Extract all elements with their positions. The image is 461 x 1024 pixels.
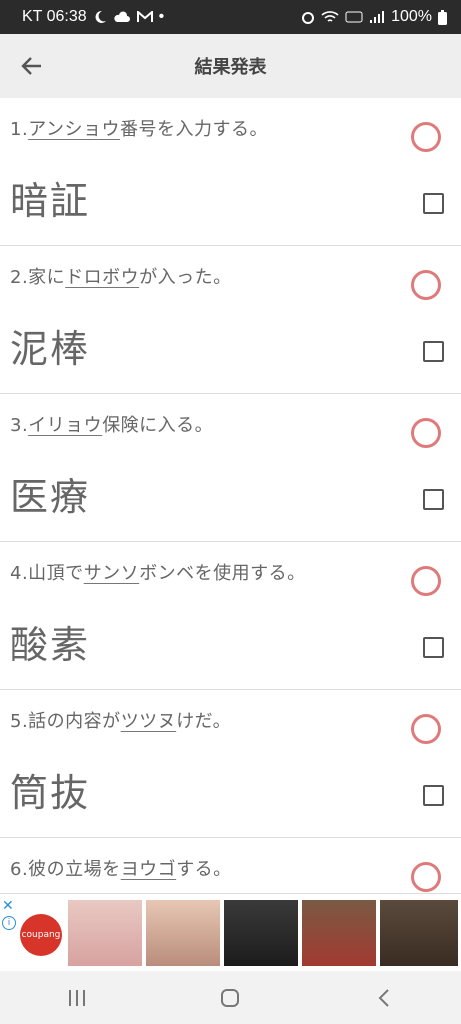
back-nav-button[interactable] [364,978,404,1018]
recent-apps-icon [68,989,85,1006]
answer-text: 筒抜 [10,771,91,815]
notification-dot-icon: • [158,8,165,25]
recent-apps-button[interactable] [57,978,97,1018]
system-nav-bar [0,971,461,1024]
question-text: 6.彼の立場をヨウゴする。 [10,859,232,880]
review-checkbox[interactable] [423,341,444,362]
chevron-left-icon [378,988,389,1007]
list-item: 2.家にドロボウが入った。 泥棒 [0,246,461,394]
correct-circle-icon [411,566,441,596]
correct-circle-icon [411,270,441,300]
correct-circle-icon [411,862,441,892]
question-text: 2.家にドロボウが入った。 [10,267,232,288]
answer-text: 酸素 [10,623,91,667]
list-item: 3.イリョウ保険に入る。 医療 [0,394,461,542]
ad-image[interactable] [146,900,220,966]
ad-image[interactable] [302,900,376,966]
ad-banner[interactable]: ✕ i coupang [0,893,461,972]
status-time: KT 06:38 [22,8,87,25]
signal-icon [370,11,385,23]
battery-percent: 100% [391,8,432,25]
moon-icon [95,10,106,23]
battery-icon [438,9,447,25]
list-item: 1.アンショウ番号を入力する。 暗証 [0,98,461,246]
correct-circle-icon [411,418,441,448]
ad-image[interactable] [224,900,298,966]
question-text: 1.アンショウ番号を入力する。 [10,119,268,140]
question-text: 4.山頂でサンソボンベを使用する。 [10,563,306,584]
alarm-icon [302,12,315,24]
back-button[interactable] [18,52,46,80]
answer-text: 泥棒 [10,327,91,371]
review-checkbox[interactable] [423,489,444,510]
list-item: 4.山頂でサンソボンベを使用する。 酸素 [0,542,461,690]
ad-close-icon[interactable]: ✕ [2,898,14,914]
hd-icon [345,11,363,23]
correct-circle-icon [411,714,441,744]
results-list[interactable]: 1.アンショウ番号を入力する。 暗証 2.家にドロボウが入った。 泥棒 3.イリ… [0,98,461,893]
arrow-left-icon [21,57,41,75]
answer-text: 暗証 [10,179,91,223]
ad-image[interactable] [380,900,458,966]
answer-text: 医療 [10,475,91,519]
list-item: 5.話の内容がツツヌけだ。 筒抜 [0,690,461,838]
app-bar: 結果発表 [0,34,461,98]
list-item: 6.彼の立場をヨウゴする。 [0,838,461,893]
status-bar: KT 06:38 • 100% [0,0,461,34]
ad-image[interactable] [68,900,142,966]
review-checkbox[interactable] [423,193,444,214]
coupang-logo: coupang [20,914,62,956]
wifi-icon [321,11,339,22]
question-text: 5.話の内容がツツヌけだ。 [10,711,232,732]
review-checkbox[interactable] [423,637,444,658]
correct-circle-icon [411,122,441,152]
home-icon [221,988,240,1007]
home-button[interactable] [210,978,250,1018]
mail-icon [136,11,153,22]
page-title: 結果発表 [194,57,267,78]
cloud-icon [114,11,130,22]
question-text: 3.イリョウ保険に入る。 [10,415,214,436]
ad-info-icon[interactable]: i [2,916,16,930]
review-checkbox[interactable] [423,785,444,806]
